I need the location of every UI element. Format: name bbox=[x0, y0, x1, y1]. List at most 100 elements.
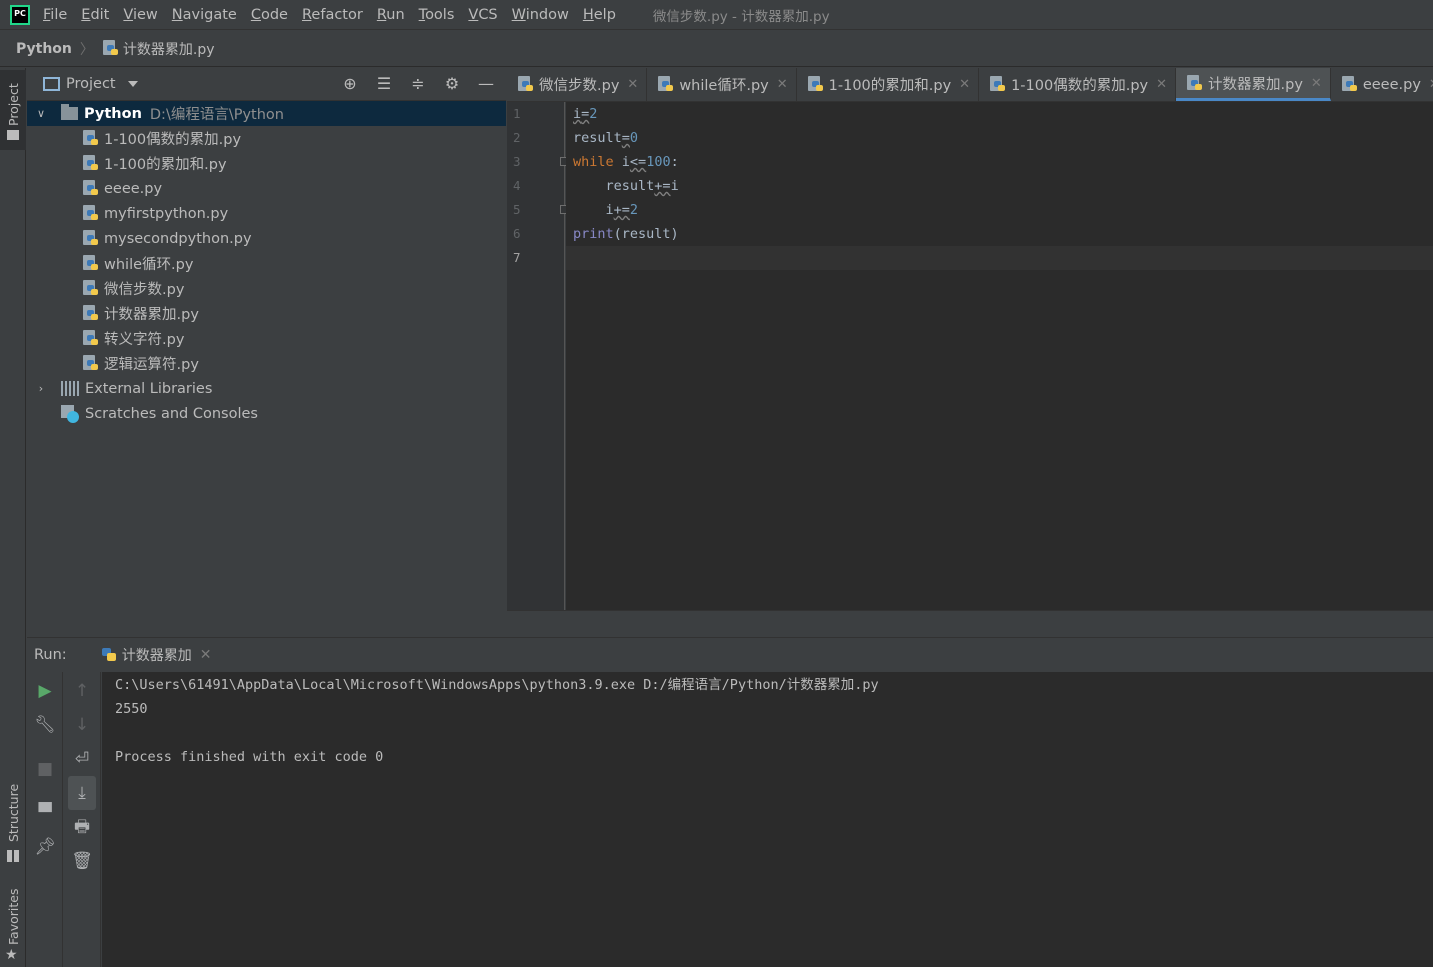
arrow-down-icon[interactable]: ↓ bbox=[64, 708, 100, 742]
code-token: <= bbox=[629, 154, 647, 170]
stop-icon[interactable]: ■ bbox=[27, 752, 63, 786]
editor-tab[interactable]: 1-100偶数的累加.py ✕ bbox=[979, 68, 1177, 101]
breadcrumb: Python 〉 计数器累加.py bbox=[0, 31, 1433, 67]
layout-icon[interactable]: ▀ bbox=[27, 796, 63, 830]
tree-file-label: 微信步数.py bbox=[104, 282, 185, 298]
gear-icon[interactable]: ⚙ bbox=[442, 74, 462, 94]
menu-label: elp bbox=[593, 6, 616, 23]
menu-mnemonic: W bbox=[511, 6, 526, 23]
tree-file-item[interactable]: 1-100的累加和.py bbox=[27, 151, 506, 176]
tree-root-python[interactable]: ∨ Python D:\编程语言\Python bbox=[27, 101, 506, 126]
menu-edit[interactable]: Edit bbox=[74, 0, 116, 30]
pin-icon[interactable]: 📌︎ bbox=[27, 830, 63, 864]
code-line-current bbox=[566, 246, 1433, 270]
menu-vcs[interactable]: VCS bbox=[461, 0, 504, 30]
tree-file-item[interactable]: 转义字符.py bbox=[27, 326, 506, 351]
menu-tools[interactable]: Tools bbox=[412, 0, 462, 30]
tree-file-item[interactable]: mysecondpython.py bbox=[27, 226, 506, 251]
tree-file-item[interactable]: 微信步数.py bbox=[27, 276, 506, 301]
trash-icon[interactable]: 🗑︎ bbox=[64, 844, 100, 878]
menu-run[interactable]: Run bbox=[370, 0, 412, 30]
tree-external-libraries[interactable]: › External Libraries bbox=[27, 376, 506, 401]
print-icon[interactable]: 🖶︎ bbox=[64, 810, 100, 844]
menu-mnemonic: R bbox=[301, 6, 312, 23]
menu-mnemonic: H bbox=[582, 6, 594, 23]
tree-scratches[interactable]: Scratches and Consoles bbox=[27, 401, 506, 426]
project-panel-title[interactable]: Project bbox=[66, 76, 116, 92]
breadcrumb-file[interactable]: 计数器累加.py bbox=[123, 39, 215, 59]
project-panel: Project ⊕ ☰ ≑ ⚙ — ∨ Python D:\编程语言\Pytho… bbox=[27, 68, 506, 636]
python-file-icon bbox=[82, 330, 99, 347]
editor-tab[interactable]: eeee.py ✕ bbox=[1331, 68, 1433, 101]
close-icon[interactable]: ✕ bbox=[200, 647, 212, 663]
editor-tab[interactable]: 微信步数.py ✕ bbox=[507, 68, 648, 101]
menu-window[interactable]: Window bbox=[505, 0, 576, 30]
tree-file-item[interactable]: eeee.py bbox=[27, 176, 506, 201]
soft-wrap-icon[interactable]: ⏎ bbox=[64, 742, 100, 776]
tree-file-item[interactable]: 逻辑运算符.py bbox=[27, 351, 506, 376]
console-line: C:\Users\61491\AppData\Local\Microsoft\W… bbox=[115, 677, 879, 693]
code-token: i bbox=[670, 178, 679, 194]
menu-navigate[interactable]: Navigate bbox=[165, 0, 244, 30]
code-token: += bbox=[654, 178, 671, 194]
favorites-tool-label: Favorites bbox=[6, 888, 21, 945]
run-tab[interactable]: 计数器累加 ✕ bbox=[91, 637, 220, 672]
line-number: 1 bbox=[513, 106, 521, 121]
tree-file-label: 计数器累加.py bbox=[104, 307, 199, 323]
editor-tab[interactable]: 计数器累加.py ✕ bbox=[1176, 68, 1331, 101]
menu-view[interactable]: View bbox=[116, 0, 164, 30]
menu-code[interactable]: Code bbox=[244, 0, 295, 30]
python-file-icon bbox=[82, 355, 99, 372]
code-token: += bbox=[613, 202, 630, 218]
menu-refactor[interactable]: Refactor bbox=[295, 0, 370, 30]
breadcrumb-chevron-icon: 〉 bbox=[79, 41, 94, 58]
scroll-to-end-icon[interactable]: ⤓ bbox=[68, 776, 96, 810]
tree-file-item[interactable]: 计数器累加.py bbox=[27, 301, 506, 326]
chevron-down-icon[interactable] bbox=[127, 81, 138, 87]
chevron-right-icon[interactable]: › bbox=[33, 382, 49, 395]
python-file-icon bbox=[1186, 74, 1203, 92]
favorites-tool-button[interactable]: Favorites ★ bbox=[0, 883, 26, 967]
code-editor[interactable]: i=2 result=0 while i<=100: result+=i i+=… bbox=[566, 102, 1433, 610]
close-icon[interactable]: ✕ bbox=[1311, 76, 1322, 91]
tree-file-item[interactable]: 1-100偶数的累加.py bbox=[27, 126, 506, 151]
python-file-icon bbox=[102, 40, 119, 57]
project-tool-button[interactable]: Project bbox=[0, 70, 26, 150]
close-icon[interactable]: ✕ bbox=[959, 77, 970, 92]
editor-tab[interactable]: 1-100的累加和.py ✕ bbox=[797, 68, 980, 101]
menu-help[interactable]: Help bbox=[576, 0, 623, 30]
tree-file-item[interactable]: while循环.py bbox=[27, 251, 506, 276]
wrench-icon[interactable]: 🔧︎ bbox=[27, 708, 63, 742]
close-icon[interactable]: ✕ bbox=[1156, 77, 1167, 92]
tree-file-item[interactable]: myfirstpython.py bbox=[27, 201, 506, 226]
console-line: 2550 bbox=[115, 701, 148, 717]
breadcrumb-project[interactable]: Python bbox=[16, 41, 72, 57]
tree-file-label: mysecondpython.py bbox=[104, 230, 252, 247]
code-token: (result) bbox=[613, 226, 679, 242]
minimize-icon[interactable]: — bbox=[476, 74, 496, 94]
expand-all-icon[interactable]: ☰ bbox=[374, 74, 394, 94]
chevron-down-icon[interactable]: ∨ bbox=[33, 107, 49, 120]
code-token: i bbox=[573, 106, 582, 122]
locate-icon[interactable]: ⊕ bbox=[340, 74, 360, 94]
menu-label: ode bbox=[260, 6, 288, 23]
line-number: 4 bbox=[513, 178, 521, 193]
menu-label: ools bbox=[425, 6, 455, 23]
left-tool-strip: Project Structure Favorites ★ bbox=[0, 68, 26, 967]
close-icon[interactable]: ✕ bbox=[627, 77, 638, 92]
close-icon[interactable]: ✕ bbox=[1429, 77, 1433, 92]
code-line: result=0 bbox=[566, 126, 1433, 150]
menu-file[interactable]: File bbox=[36, 0, 74, 30]
editor-tab[interactable]: while循环.py ✕ bbox=[647, 68, 797, 101]
arrow-up-icon[interactable]: ↑ bbox=[64, 674, 100, 708]
rerun-play-icon[interactable]: ▶ bbox=[27, 674, 63, 708]
collapse-all-icon[interactable]: ≑ bbox=[408, 74, 428, 94]
tree-file-label: 转义字符.py bbox=[104, 332, 185, 348]
close-icon[interactable]: ✕ bbox=[777, 77, 788, 92]
python-file-icon bbox=[989, 76, 1006, 93]
code-token: result bbox=[573, 130, 622, 146]
project-panel-header: Project ⊕ ☰ ≑ ⚙ — bbox=[27, 68, 506, 101]
python-file-icon bbox=[82, 155, 99, 172]
run-console[interactable]: C:\Users\61491\AppData\Local\Microsoft\W… bbox=[102, 672, 1433, 967]
structure-tool-button[interactable]: Structure bbox=[0, 780, 26, 870]
